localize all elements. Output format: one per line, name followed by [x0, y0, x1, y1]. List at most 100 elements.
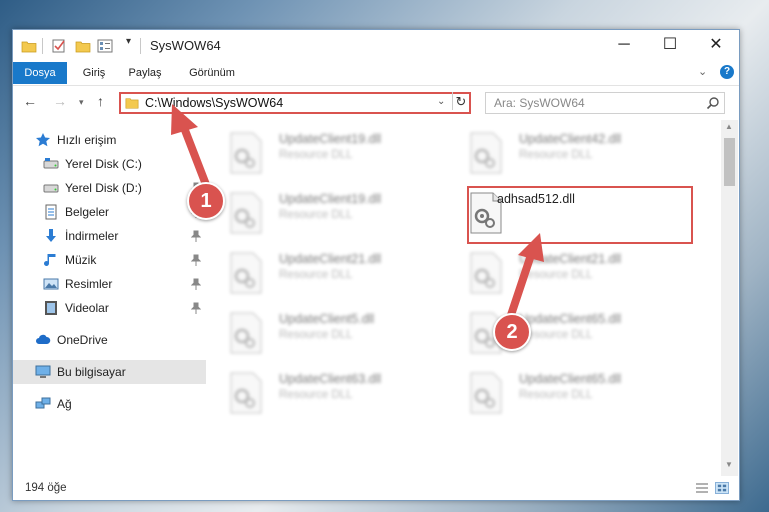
file-type: Resource DLL: [519, 149, 593, 161]
recent-locations-button[interactable]: ▾: [79, 97, 84, 108]
details-view-icon[interactable]: [695, 482, 709, 494]
sidebar-item-label: OneDrive: [57, 333, 108, 347]
file-type: Resource DLL: [279, 329, 353, 341]
pin-icon[interactable]: [191, 278, 201, 290]
file-tile[interactable]: UpdateClient21.dll Resource DLL: [449, 248, 679, 304]
sidebar-item-label: Ağ: [57, 397, 72, 411]
folder-icon[interactable]: [21, 38, 37, 54]
sidebar-item-downloads[interactable]: İndirmeler: [13, 224, 208, 248]
ribbon-tabs: Dosya Giriş Paylaş Görünüm ⌄ ?: [13, 62, 739, 84]
tiles-view-icon[interactable]: [715, 482, 729, 494]
pictures-icon: [43, 278, 59, 290]
close-button[interactable]: ✕: [693, 30, 739, 60]
address-bar[interactable]: C:\Windows\SysWOW64 ⌄ ↻: [119, 92, 471, 114]
file-list: UpdateClient19.dll Resource DLL UpdateCl…: [209, 120, 719, 476]
search-box[interactable]: Ara: SysWOW64: [485, 92, 725, 114]
sidebar-item-disk-d[interactable]: Yerel Disk (D:): [13, 176, 208, 200]
scroll-thumb[interactable]: [724, 138, 735, 186]
network-icon: [35, 397, 51, 409]
sidebar-item-quick-access[interactable]: Hızlı erişim: [13, 128, 208, 152]
dll-file-icon: [470, 252, 502, 294]
file-type: Resource DLL: [279, 209, 353, 221]
properties-check-icon[interactable]: [51, 38, 67, 54]
navigation-pane: Hızlı erişim Yerel Disk (C:) Yerel Disk …: [13, 120, 208, 476]
file-tile[interactable]: UpdateClient19.dll Resource DLL: [209, 188, 439, 244]
star-icon: [36, 133, 50, 147]
sidebar-item-this-pc[interactable]: Bu bilgisayar: [13, 360, 206, 384]
drive-icon: [43, 158, 59, 169]
file-tile[interactable]: UpdateClient63.dll Resource DLL: [209, 368, 439, 424]
title-bar: ▾ SysWOW64 ─ ☐ ✕: [13, 30, 739, 62]
pin-icon[interactable]: [191, 230, 201, 242]
documents-icon: [45, 204, 57, 220]
tab-file[interactable]: Dosya: [13, 62, 67, 84]
dll-file-icon: [470, 132, 502, 174]
sidebar-item-disk-c[interactable]: Yerel Disk (C:): [13, 152, 208, 176]
computer-icon: [35, 365, 51, 378]
target-file-highlight: [467, 186, 693, 244]
sidebar-item-label: Yerel Disk (C:): [65, 157, 142, 171]
tab-view[interactable]: Görünüm: [183, 62, 241, 84]
explorer-window: ▾ SysWOW64 ─ ☐ ✕ Dosya Giriş Paylaş Görü…: [12, 29, 740, 501]
file-name: UpdateClient19.dll: [279, 192, 382, 206]
address-dropdown-icon[interactable]: ⌄: [437, 96, 445, 107]
minimize-button[interactable]: ─: [601, 30, 647, 60]
download-icon: [46, 229, 56, 242]
sidebar-item-label: Bu bilgisayar: [57, 365, 126, 379]
sidebar-item-label: Belgeler: [65, 205, 110, 219]
tab-home[interactable]: Giriş: [80, 62, 108, 84]
folder-icon: [125, 98, 139, 109]
sidebar-item-onedrive[interactable]: OneDrive: [13, 328, 208, 352]
sidebar-item-label: Yerel Disk (D:): [65, 181, 142, 195]
file-tile[interactable]: UpdateClient19.dll Resource DLL: [209, 128, 439, 184]
file-name: UpdateClient21.dll: [519, 252, 622, 266]
view-options-icon[interactable]: [97, 38, 113, 54]
search-icon[interactable]: [706, 96, 720, 110]
scroll-down-icon[interactable]: ▼: [725, 460, 733, 469]
file-tile[interactable]: UpdateClient21.dll Resource DLL: [209, 248, 439, 304]
file-tile[interactable]: UpdateClient5.dll Resource DLL: [209, 308, 439, 364]
file-name: UpdateClient65.dll: [519, 312, 622, 326]
sidebar-item-label: Müzik: [65, 253, 97, 267]
dll-file-icon: [470, 372, 502, 414]
tab-share[interactable]: Paylaş: [125, 62, 165, 84]
search-input[interactable]: Ara: SysWOW64: [494, 96, 585, 110]
sidebar-item-network[interactable]: Ağ: [13, 392, 208, 416]
file-type: Resource DLL: [279, 389, 353, 401]
file-tile[interactable]: UpdateClient42.dll Resource DLL: [449, 128, 679, 184]
status-bar: 194 öğe: [13, 476, 739, 500]
forward-button[interactable]: →: [53, 93, 67, 109]
file-name: UpdateClient42.dll: [519, 132, 622, 146]
help-icon[interactable]: ?: [720, 65, 734, 79]
file-name: UpdateClient21.dll: [279, 252, 382, 266]
maximize-button[interactable]: ☐: [647, 30, 693, 60]
file-name: UpdateClient65.dll: [519, 372, 622, 386]
sidebar-item-label: İndirmeler: [65, 229, 119, 243]
sidebar-item-music[interactable]: Müzik: [13, 248, 208, 272]
up-button[interactable]: ↑: [97, 93, 104, 109]
file-name: UpdateClient19.dll: [279, 132, 382, 146]
refresh-button[interactable]: ↻: [452, 92, 469, 110]
videos-icon: [45, 301, 57, 315]
step-2-badge: 2: [493, 313, 531, 351]
scroll-up-icon[interactable]: ▲: [725, 122, 733, 131]
file-type: Resource DLL: [519, 269, 593, 281]
file-tile[interactable]: UpdateClient65.dll Resource DLL: [449, 308, 679, 364]
file-tile[interactable]: UpdateClient65.dll Resource DLL: [449, 368, 679, 424]
expand-ribbon-icon[interactable]: ⌄: [698, 65, 707, 78]
sidebar-item-pictures[interactable]: Resimler: [13, 272, 208, 296]
sidebar-item-documents[interactable]: Belgeler: [13, 200, 208, 224]
dll-file-icon: [230, 132, 262, 174]
back-button[interactable]: ←: [23, 93, 37, 109]
pin-icon[interactable]: [191, 302, 201, 314]
dll-file-icon: [230, 312, 262, 354]
sidebar-item-label: Resimler: [65, 277, 113, 291]
vertical-scrollbar[interactable]: ▲ ▼: [721, 120, 738, 476]
cloud-icon: [36, 334, 51, 344]
sidebar-item-label: Hızlı erişim: [57, 133, 117, 147]
item-count: 194 öğe: [25, 482, 67, 494]
new-folder-icon[interactable]: [75, 38, 91, 54]
address-path[interactable]: C:\Windows\SysWOW64: [145, 96, 283, 110]
sidebar-item-videos[interactable]: Videolar: [13, 296, 208, 320]
pin-icon[interactable]: [191, 254, 201, 266]
